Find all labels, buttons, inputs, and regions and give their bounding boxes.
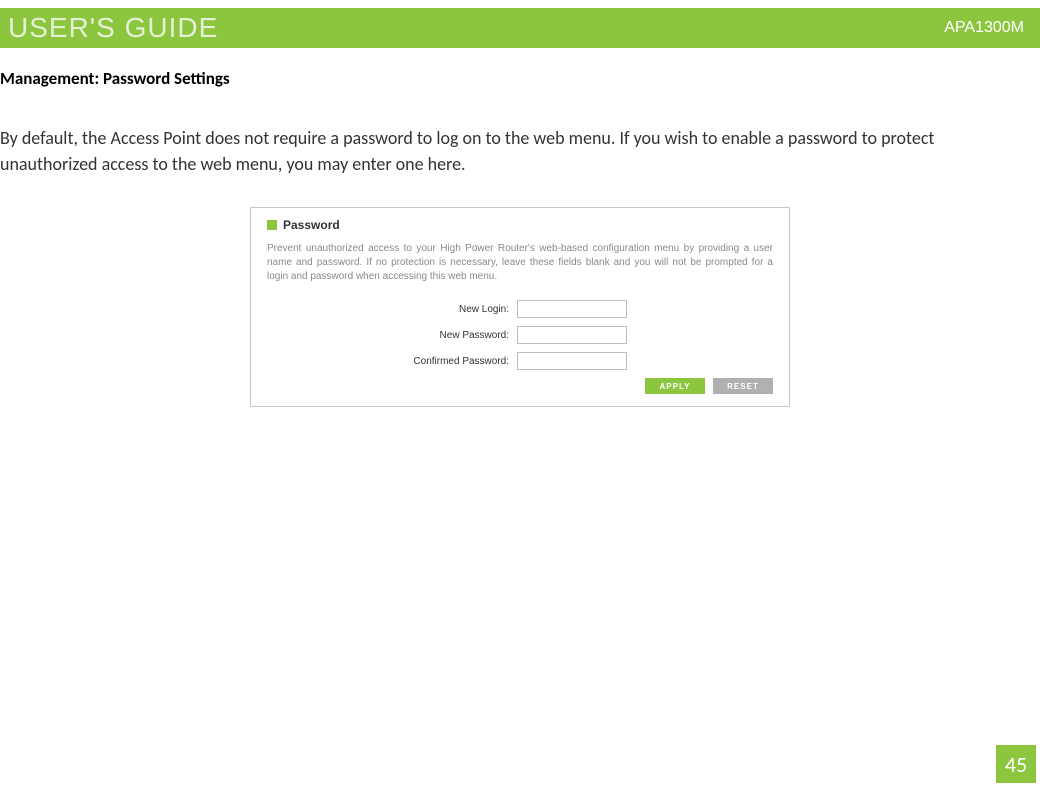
label-confirm-password: Confirmed Password: bbox=[267, 356, 517, 367]
input-new-password[interactable] bbox=[517, 326, 627, 344]
content: Management: Password Settings By default… bbox=[0, 48, 1040, 407]
input-confirm-password[interactable] bbox=[517, 352, 627, 370]
buttons-row: APPLY RESET bbox=[267, 378, 773, 394]
page-title: Management: Password Settings bbox=[0, 68, 1040, 89]
label-new-password: New Password: bbox=[267, 330, 517, 341]
panel-header-title: Password bbox=[283, 218, 340, 232]
label-new-login: New Login: bbox=[267, 304, 517, 315]
panel-wrapper: Password Prevent unauthorized access to … bbox=[0, 207, 1040, 407]
header-title-left: USER'S GUIDE bbox=[8, 12, 218, 44]
form-row-new-password: New Password: bbox=[267, 326, 773, 344]
password-panel: Password Prevent unauthorized access to … bbox=[250, 207, 790, 407]
panel-description: Prevent unauthorized access to your High… bbox=[267, 242, 773, 284]
page-description: By default, the Access Point does not re… bbox=[0, 125, 1040, 177]
page-number: 45 bbox=[1005, 751, 1027, 778]
header-model-right: APA1300M bbox=[944, 19, 1024, 37]
apply-button[interactable]: APPLY bbox=[645, 378, 705, 394]
square-icon bbox=[267, 220, 277, 230]
reset-button[interactable]: RESET bbox=[713, 378, 773, 394]
header-bar: USER'S GUIDE APA1300M bbox=[0, 0, 1040, 48]
input-new-login[interactable] bbox=[517, 300, 627, 318]
form-row-confirm-password: Confirmed Password: bbox=[267, 352, 773, 370]
panel-header: Password bbox=[267, 218, 773, 232]
form-row-new-login: New Login: bbox=[267, 300, 773, 318]
page-number-box: 45 bbox=[996, 745, 1036, 783]
